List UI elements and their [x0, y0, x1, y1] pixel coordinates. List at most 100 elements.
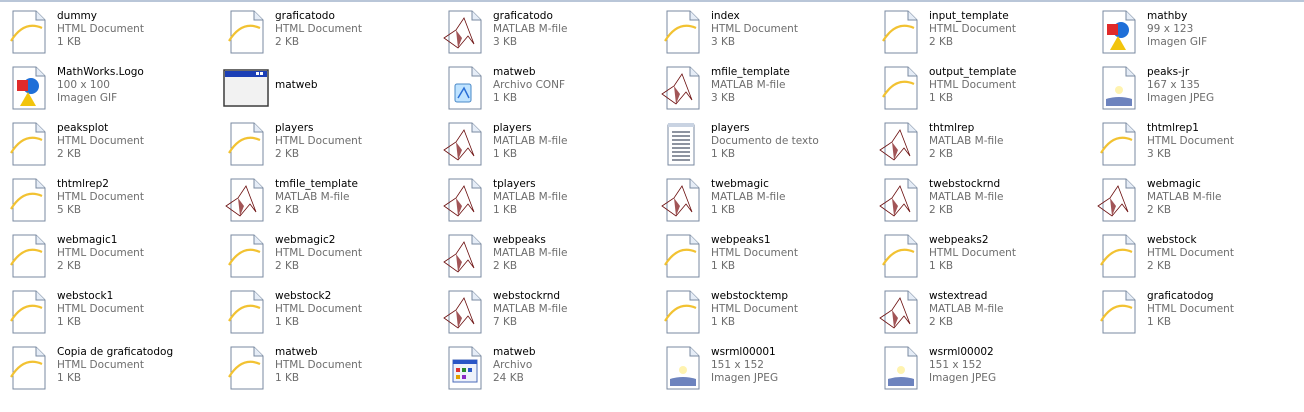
file-item[interactable]: mfile_template MATLAB M-file 3 KB [658, 64, 874, 118]
file-type: HTML Document [711, 303, 798, 315]
file-name: matweb [493, 66, 536, 78]
matlab-mfile-icon [440, 8, 488, 56]
file-type: HTML Document [1147, 247, 1234, 259]
file-name: matweb [275, 346, 318, 358]
application-window-icon [222, 64, 270, 112]
file-item[interactable]: dummy HTML Document 1 KB [4, 8, 220, 62]
ie-html-icon [876, 232, 924, 280]
file-item[interactable]: graficatodo HTML Document 2 KB [222, 8, 438, 62]
file-name: webpeaks [493, 234, 546, 246]
file-type: 167 x 135 [1147, 79, 1200, 91]
file-item[interactable]: twebmagic MATLAB M-file 1 KB [658, 176, 874, 230]
file-item[interactable]: webmagic MATLAB M-file 2 KB [1094, 176, 1304, 230]
file-size: 1 KB [275, 316, 300, 328]
file-item[interactable]: wsrml00001 151 x 152 Imagen JPEG [658, 344, 874, 398]
jpeg-image-icon [658, 344, 706, 392]
file-name: wsrml00001 [711, 346, 776, 358]
file-size: 2 KB [275, 36, 300, 48]
ie-html-icon [222, 8, 270, 56]
file-name: graficatodo [493, 10, 553, 22]
file-name: matweb [275, 79, 318, 91]
gif-image-icon [1094, 8, 1142, 56]
file-item[interactable]: twebstockrnd MATLAB M-file 2 KB [876, 176, 1092, 230]
ie-html-icon [4, 232, 52, 280]
file-item[interactable]: webstock HTML Document 2 KB [1094, 232, 1304, 286]
file-item[interactable]: webpeaks MATLAB M-file 2 KB [440, 232, 656, 286]
file-item[interactable]: tplayers MATLAB M-file 1 KB [440, 176, 656, 230]
file-item[interactable]: webmagic2 HTML Document 2 KB [222, 232, 438, 286]
file-name: wsrml00002 [929, 346, 994, 358]
file-item[interactable]: tmfile_template MATLAB M-file 2 KB [222, 176, 438, 230]
file-size: 5 KB [57, 204, 82, 216]
file-type: HTML Document [1147, 135, 1234, 147]
file-size: Imagen JPEG [1147, 92, 1215, 104]
file-item[interactable]: webpeaks2 HTML Document 1 KB [876, 232, 1092, 286]
matlab-mfile-icon [876, 176, 924, 224]
file-item[interactable]: players MATLAB M-file 1 KB [440, 120, 656, 174]
file-name: webstock2 [275, 290, 332, 302]
file-item[interactable]: thtmlrep MATLAB M-file 2 KB [876, 120, 1092, 174]
file-type: 100 x 100 [57, 79, 110, 91]
file-item[interactable]: matweb HTML Document 1 KB [222, 344, 438, 398]
file-size: 24 KB [493, 372, 524, 384]
file-item[interactable]: matweb Archivo CONF 1 KB [440, 64, 656, 118]
file-type: HTML Document [275, 135, 362, 147]
file-item[interactable]: input_template HTML Document 2 KB [876, 8, 1092, 62]
file-item[interactable]: webstocktemp HTML Document 1 KB [658, 288, 874, 342]
file-type: MATLAB M-file [493, 303, 568, 315]
file-item[interactable]: players HTML Document 2 KB [222, 120, 438, 174]
file-item[interactable]: output_template HTML Document 1 KB [876, 64, 1092, 118]
file-name: webpeaks2 [929, 234, 989, 246]
file-item[interactable]: matweb [222, 64, 438, 118]
file-type: HTML Document [57, 191, 144, 203]
file-item[interactable]: thtmlrep2 HTML Document 5 KB [4, 176, 220, 230]
file-name: tmfile_template [275, 178, 358, 190]
file-size: 2 KB [1147, 260, 1172, 272]
matlab-mfile-icon [440, 120, 488, 168]
file-type: HTML Document [275, 247, 362, 259]
file-item[interactable]: players Documento de texto 1 KB [658, 120, 874, 174]
ie-html-icon [658, 288, 706, 336]
file-type: HTML Document [57, 23, 144, 35]
file-size: 2 KB [929, 36, 954, 48]
matlab-mfile-icon [222, 176, 270, 224]
file-type: HTML Document [57, 135, 144, 147]
file-item[interactable]: webstockrnd MATLAB M-file 7 KB [440, 288, 656, 342]
file-name: wstextread [929, 290, 988, 302]
file-item[interactable]: matweb Archivo 24 KB [440, 344, 656, 398]
file-item[interactable]: graficatodo MATLAB M-file 3 KB [440, 8, 656, 62]
file-item[interactable]: index HTML Document 3 KB [658, 8, 874, 62]
file-item[interactable]: graficatodog HTML Document 1 KB [1094, 288, 1304, 342]
file-name: webmagic2 [275, 234, 336, 246]
file-size: Imagen JPEG [711, 372, 779, 384]
file-type: MATLAB M-file [493, 135, 568, 147]
file-item[interactable]: wstextread MATLAB M-file 2 KB [876, 288, 1092, 342]
file-name: webstock [1147, 234, 1197, 246]
file-size: 1 KB [57, 372, 82, 384]
file-size: 1 KB [1147, 316, 1172, 328]
file-item[interactable]: thtmlrep1 HTML Document 3 KB [1094, 120, 1304, 174]
file-type: HTML Document [57, 247, 144, 259]
file-size: 3 KB [493, 36, 518, 48]
file-icon-view[interactable]: dummy HTML Document 1 KB graficatodo HTML D… [4, 8, 1304, 408]
file-name: peaks-jr [1147, 66, 1190, 78]
file-name: mfile_template [711, 66, 790, 78]
file-item[interactable]: webstock1 HTML Document 1 KB [4, 288, 220, 342]
file-item[interactable]: peaks-jr 167 x 135 Imagen JPEG [1094, 64, 1304, 118]
file-item[interactable]: MathWorks.Logo 100 x 100 Imagen GIF [4, 64, 220, 118]
file-type: HTML Document [929, 79, 1016, 91]
file-name: peaksplot [57, 122, 109, 134]
file-name: players [275, 122, 314, 134]
file-size: 2 KB [1147, 204, 1172, 216]
file-size: Imagen GIF [57, 92, 118, 104]
file-item[interactable]: Copia de graficatodog HTML Document 1 KB [4, 344, 220, 398]
file-item[interactable]: peaksplot HTML Document 2 KB [4, 120, 220, 174]
file-item[interactable]: webstock2 HTML Document 1 KB [222, 288, 438, 342]
file-item[interactable]: webpeaks1 HTML Document 1 KB [658, 232, 874, 286]
file-item[interactable]: webmagic1 HTML Document 2 KB [4, 232, 220, 286]
file-type: 151 x 152 [929, 359, 982, 371]
file-item[interactable]: mathby 99 x 123 Imagen GIF [1094, 8, 1304, 62]
file-size: 1 KB [711, 204, 736, 216]
file-name: webpeaks1 [711, 234, 771, 246]
file-item[interactable]: wsrml00002 151 x 152 Imagen JPEG [876, 344, 1092, 398]
